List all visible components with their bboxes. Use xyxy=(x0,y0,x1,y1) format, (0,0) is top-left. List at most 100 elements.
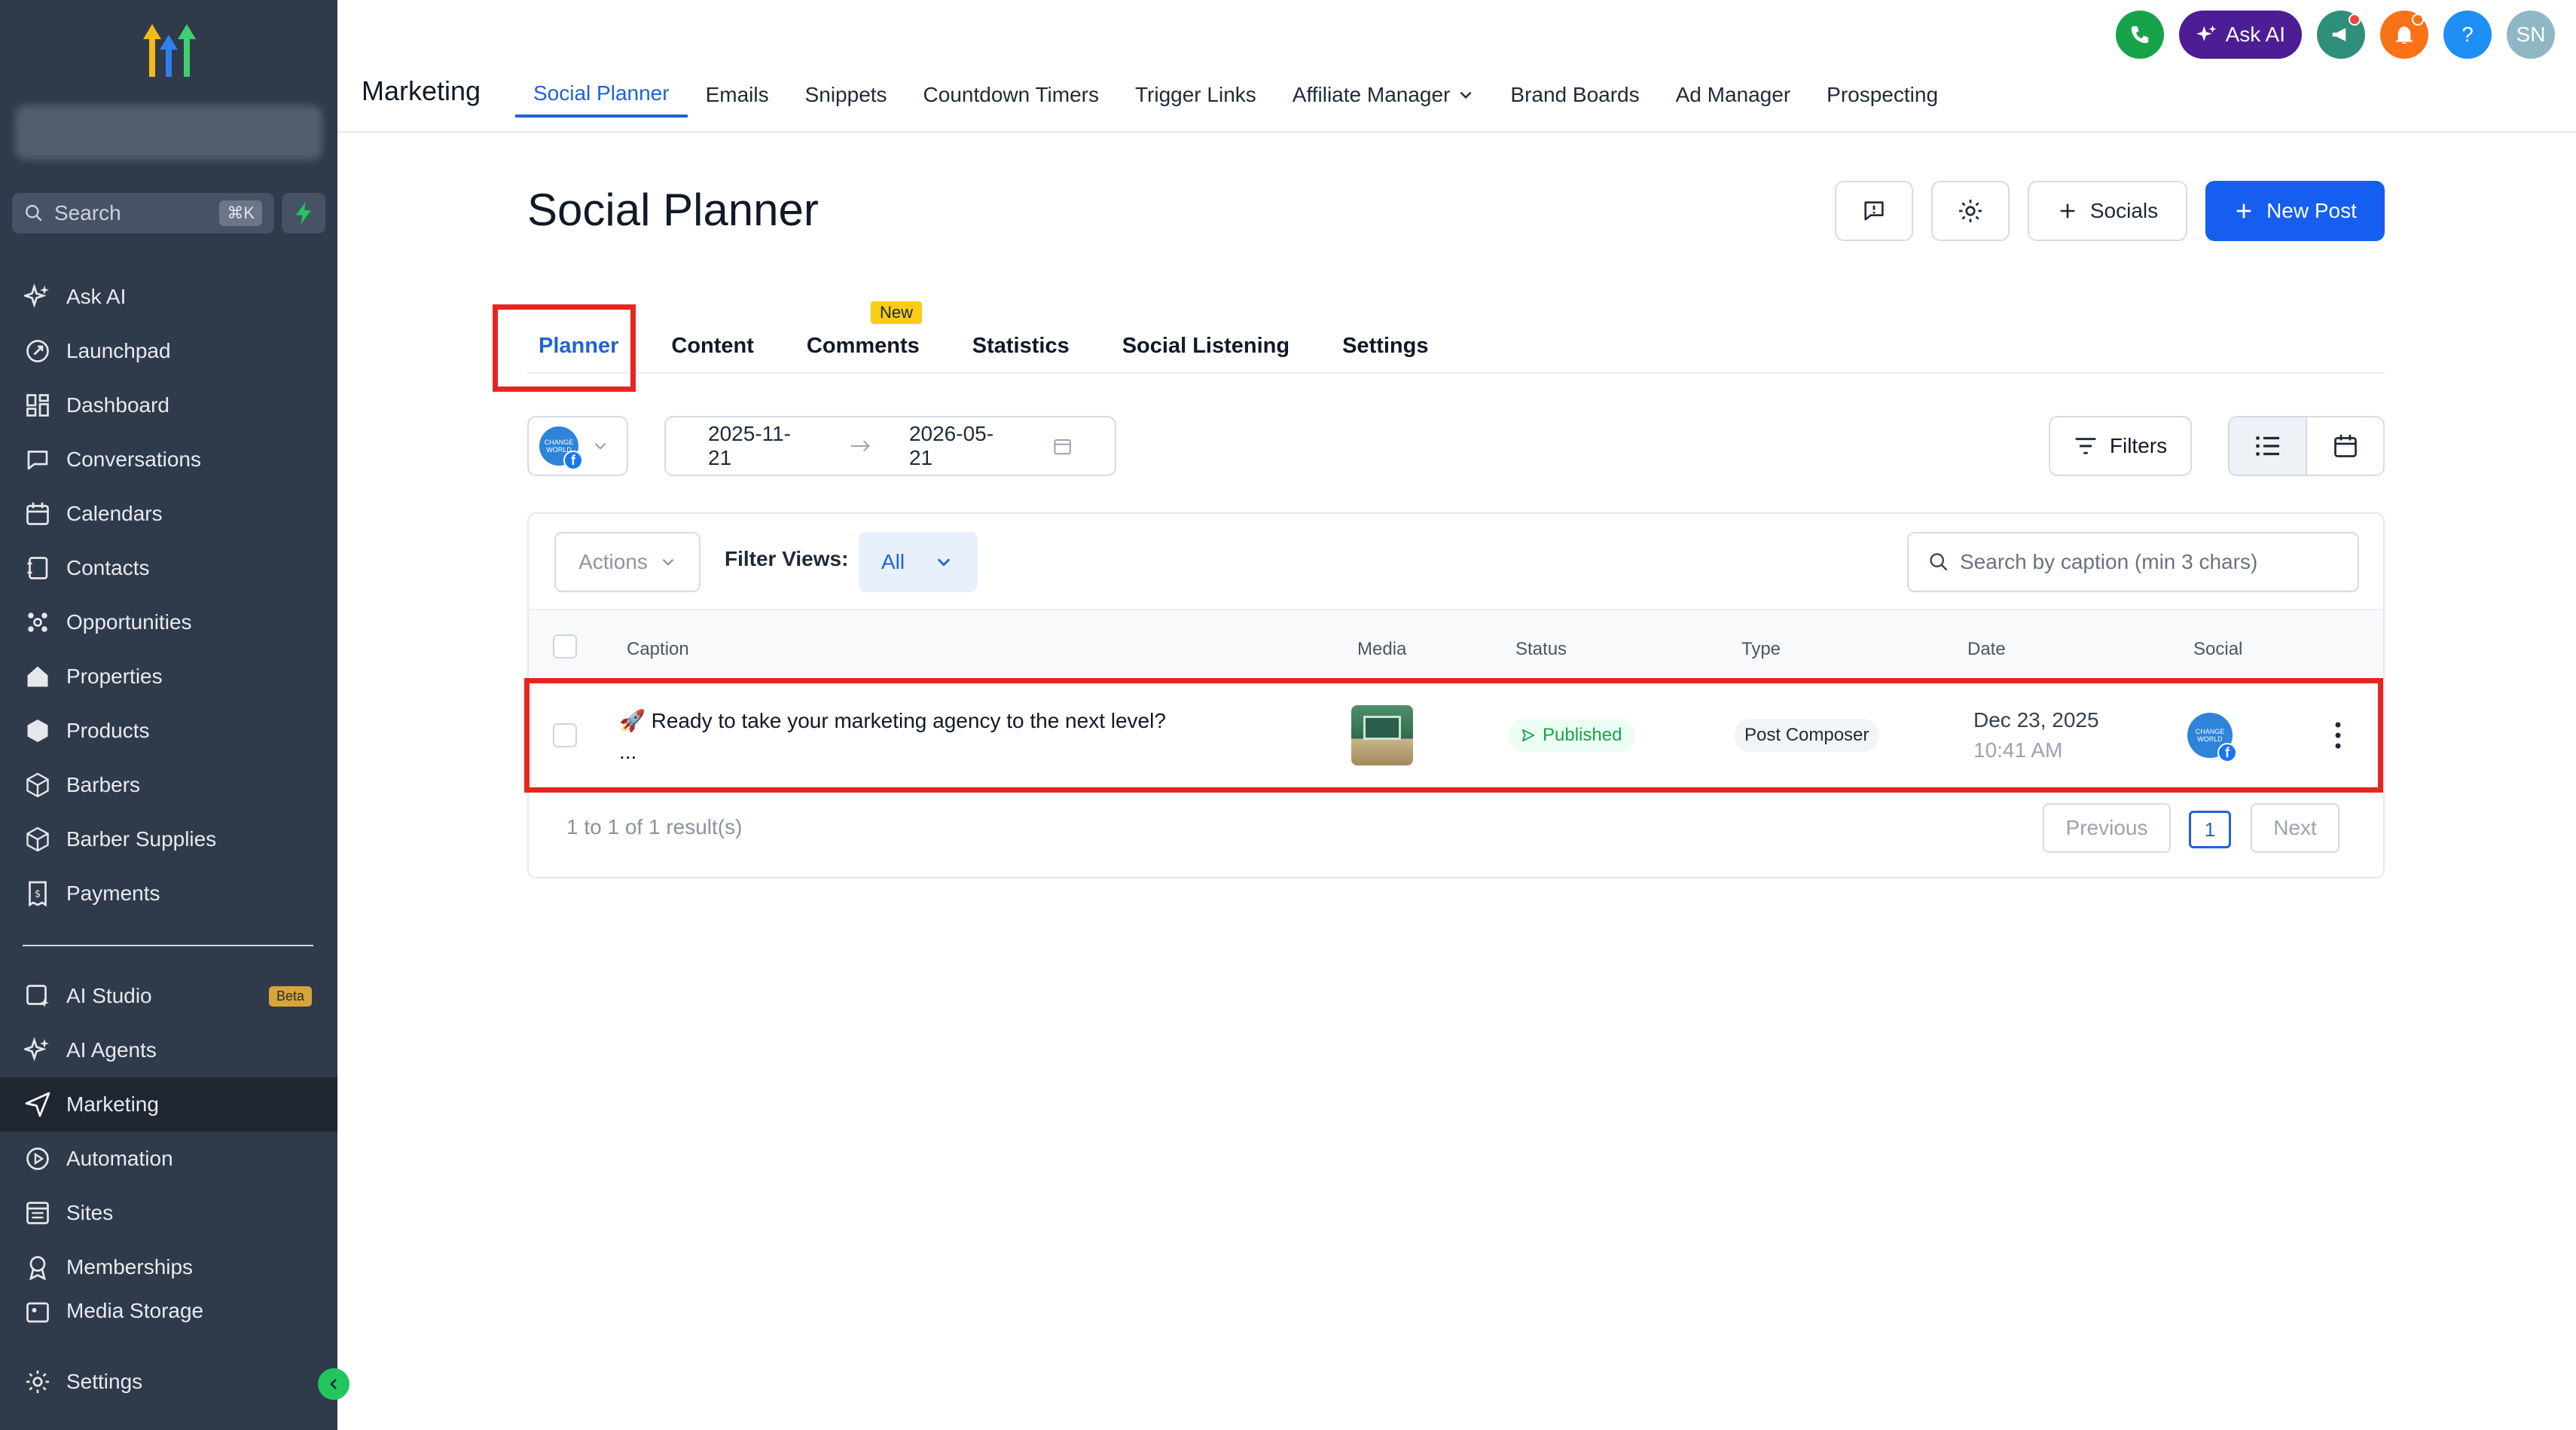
sidebar-item-label: Products xyxy=(66,719,150,742)
table-header: Caption Media Status Type Date Social xyxy=(529,609,2383,681)
sidebar-item-ai-studio[interactable]: AI Studio Beta xyxy=(0,969,337,1023)
sidebar-item-label: Barber Supplies xyxy=(66,827,217,851)
previous-page-button[interactable]: Previous xyxy=(2043,803,2171,853)
sidebar-item-dashboard[interactable]: Dashboard xyxy=(0,378,337,432)
socials-label: Socials xyxy=(2089,199,2159,222)
sidebar-item-ai-agents[interactable]: AI Agents xyxy=(0,1023,337,1077)
contacts-icon xyxy=(27,557,48,579)
new-post-button[interactable]: New Post xyxy=(2205,181,2385,241)
sidebar-item-sites[interactable]: Sites xyxy=(0,1186,337,1240)
sidebar-item-automation[interactable]: Automation xyxy=(0,1132,337,1186)
highlight-box-post-row xyxy=(524,678,2383,793)
top-nav-trigger-links[interactable]: Trigger Links xyxy=(1117,72,1274,118)
account-switcher[interactable] xyxy=(15,105,322,160)
user-avatar[interactable]: SN xyxy=(2507,11,2555,59)
actions-dropdown[interactable]: Actions xyxy=(554,532,700,592)
send-icon xyxy=(25,1092,50,1117)
sidebar-item-label: Calendars xyxy=(66,502,163,525)
tab-comments[interactable]: Comments xyxy=(780,334,946,359)
calendar-view-button[interactable] xyxy=(2307,417,2383,475)
add-socials-button[interactable]: Socials xyxy=(2028,181,2187,241)
sidebar-item-label: Opportunities xyxy=(66,610,192,634)
date-to: 2026-05-21 xyxy=(908,422,994,469)
caption-search-placeholder: Search by caption (min 3 chars) xyxy=(1960,550,2258,573)
sidebar-item-barber-supplies[interactable]: Barber Supplies xyxy=(0,812,337,866)
sidebar-item-opportunities[interactable]: Opportunities xyxy=(0,595,337,649)
sidebar-item-marketing[interactable]: Marketing xyxy=(0,1077,337,1132)
column-social: Social xyxy=(2193,639,2243,659)
rocket-icon xyxy=(26,340,49,362)
sidebar-item-properties[interactable]: Properties xyxy=(0,649,337,704)
tab-social-listening[interactable]: Social Listening xyxy=(1096,334,1316,359)
chevron-down-icon xyxy=(937,558,951,567)
top-nav-prospecting[interactable]: Prospecting xyxy=(1808,72,1956,118)
sidebar-item-media-storage[interactable]: Media Storage xyxy=(0,1294,337,1325)
announcements-button[interactable] xyxy=(2317,11,2365,59)
sidebar-item-label: Properties xyxy=(66,665,163,688)
search-icon xyxy=(1930,553,1948,571)
actions-label: Actions xyxy=(578,550,648,573)
sidebar-nav-primary: Ask AI Launchpad Dashboard Conversations… xyxy=(0,270,337,921)
top-nav-ad-manager[interactable]: Ad Manager xyxy=(1658,72,1809,118)
sidebar-item-label: Ask AI xyxy=(66,285,127,308)
filter-icon xyxy=(2075,438,2096,454)
tab-content[interactable]: Content xyxy=(645,334,780,359)
top-nav-social-planner[interactable]: Social Planner xyxy=(515,72,688,118)
help-button[interactable]: ? xyxy=(2443,11,2492,59)
phone-button[interactable] xyxy=(2115,11,2164,59)
sidebar-item-memberships[interactable]: Memberships xyxy=(0,1240,337,1294)
top-nav-brand-boards[interactable]: Brand Boards xyxy=(1492,72,1657,118)
quick-action-button[interactable] xyxy=(282,193,325,234)
sidebar-item-launchpad[interactable]: Launchpad xyxy=(0,324,337,378)
sidebar: Search ⌘K Ask AI Launchpad Dashboard Con… xyxy=(0,0,337,1430)
sidebar-search[interactable]: Search ⌘K xyxy=(12,193,274,234)
receipt-icon: $ xyxy=(29,881,47,907)
top-nav-label: Affiliate Manager xyxy=(1292,83,1451,106)
filter-views-select[interactable]: All xyxy=(859,532,978,592)
select-all-checkbox[interactable] xyxy=(553,634,577,658)
top-bar: Marketing Social Planner Emails Snippets… xyxy=(337,0,2576,133)
feedback-button[interactable] xyxy=(1835,181,1913,241)
box-icon xyxy=(26,827,49,852)
sidebar-item-barbers[interactable]: Barbers xyxy=(0,758,337,812)
next-page-button[interactable]: Next xyxy=(2251,803,2339,853)
top-nav-affiliate-manager[interactable]: Affiliate Manager xyxy=(1274,72,1493,118)
image-icon xyxy=(26,1302,49,1323)
sidebar-item-label: Sites xyxy=(66,1201,114,1224)
sidebar-item-contacts[interactable]: Contacts xyxy=(0,541,337,595)
user-initials: SN xyxy=(2516,23,2546,46)
page-number-button[interactable]: 1 xyxy=(2189,811,2231,848)
filter-views-label: Filter Views: xyxy=(725,547,849,570)
top-nav-countdown-timers[interactable]: Countdown Timers xyxy=(905,72,1117,118)
bell-icon xyxy=(2395,26,2413,44)
top-nav-emails[interactable]: Emails xyxy=(688,72,787,118)
filters-button[interactable]: Filters xyxy=(2049,416,2192,476)
chevron-down-icon xyxy=(662,558,674,566)
settings-button[interactable] xyxy=(1931,181,2010,241)
top-nav-snippets[interactable]: Snippets xyxy=(787,72,905,118)
list-view-button[interactable] xyxy=(2230,417,2307,475)
date-range-picker[interactable]: 2025-11-21 2026-05-21 xyxy=(664,416,1116,476)
box-icon xyxy=(26,772,49,798)
ask-ai-button[interactable]: Ask AI xyxy=(2178,11,2302,59)
column-type: Type xyxy=(1741,639,1781,659)
search-icon xyxy=(26,205,42,222)
notification-dot xyxy=(2412,14,2424,26)
sidebar-item-calendars[interactable]: Calendars xyxy=(0,487,337,541)
phone-icon xyxy=(2131,26,2148,44)
tab-statistics[interactable]: Statistics xyxy=(946,334,1096,359)
sidebar-item-ask-ai[interactable]: Ask AI xyxy=(0,270,337,324)
notifications-button[interactable] xyxy=(2380,11,2428,59)
sidebar-item-conversations[interactable]: Conversations xyxy=(0,432,337,487)
caption-search-input[interactable]: Search by caption (min 3 chars) xyxy=(1907,532,2359,592)
list-icon xyxy=(2255,436,2279,456)
social-account-selector[interactable]: CHANGE WORLD f xyxy=(527,416,628,476)
sidebar-item-label: AI Studio xyxy=(66,984,152,1007)
column-caption: Caption xyxy=(627,639,689,659)
sidebar-item-products[interactable]: Products xyxy=(0,704,337,758)
sidebar-item-settings[interactable]: Settings xyxy=(0,1355,337,1409)
tab-settings[interactable]: Settings xyxy=(1316,334,1454,359)
collapse-sidebar-button[interactable] xyxy=(318,1368,349,1400)
sidebar-item-payments[interactable]: $ Payments xyxy=(0,866,337,921)
gear-icon xyxy=(26,1370,49,1393)
